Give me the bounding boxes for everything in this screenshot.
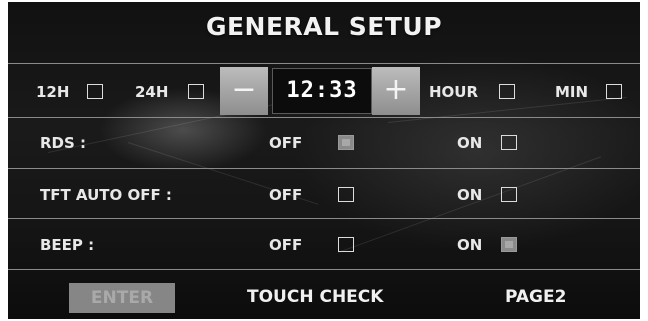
beep-off-label: OFF bbox=[269, 236, 303, 254]
beep-on-checkbox[interactable] bbox=[501, 237, 517, 252]
beep-label: BEEP : bbox=[40, 236, 95, 254]
divider bbox=[8, 218, 640, 219]
page-title: GENERAL SETUP bbox=[205, 12, 443, 41]
rds-on-checkbox[interactable] bbox=[501, 135, 517, 150]
page2-button[interactable]: PAGE2 bbox=[505, 287, 566, 307]
rds-off-checkbox[interactable] bbox=[338, 135, 354, 150]
tft-on-label: ON bbox=[457, 186, 483, 204]
divider bbox=[8, 168, 640, 169]
format-12h-label: 12H bbox=[36, 83, 70, 101]
format-24h-checkbox[interactable] bbox=[188, 84, 204, 99]
divider bbox=[8, 269, 640, 270]
rds-on-label: ON bbox=[457, 134, 483, 152]
tft-off-label: OFF bbox=[269, 186, 303, 204]
rds-label: RDS : bbox=[40, 134, 87, 152]
divider bbox=[8, 63, 640, 64]
time-display: 12:33 bbox=[272, 68, 372, 114]
touch-check-button[interactable]: TOUCH CHECK bbox=[247, 287, 383, 307]
divider bbox=[8, 117, 640, 118]
background-streak bbox=[387, 96, 627, 123]
hour-checkbox[interactable] bbox=[499, 84, 515, 99]
time-increment-button[interactable]: + bbox=[372, 67, 420, 115]
hour-label: HOUR bbox=[429, 83, 479, 101]
min-checkbox[interactable] bbox=[606, 84, 622, 99]
setup-screen: GENERAL SETUP 12H 24H − 12:33 + HOUR MIN… bbox=[8, 2, 640, 319]
format-24h-label: 24H bbox=[135, 83, 169, 101]
enter-button[interactable]: ENTER bbox=[69, 283, 175, 313]
tft-on-checkbox[interactable] bbox=[501, 187, 517, 202]
tft-off-checkbox[interactable] bbox=[338, 187, 354, 202]
tft-auto-off-label: TFT AUTO OFF : bbox=[40, 186, 172, 204]
rds-off-label: OFF bbox=[269, 134, 303, 152]
time-decrement-button[interactable]: − bbox=[220, 67, 268, 115]
format-12h-checkbox[interactable] bbox=[87, 84, 103, 99]
beep-off-checkbox[interactable] bbox=[338, 237, 354, 252]
min-label: MIN bbox=[555, 83, 589, 101]
beep-on-label: ON bbox=[457, 236, 483, 254]
